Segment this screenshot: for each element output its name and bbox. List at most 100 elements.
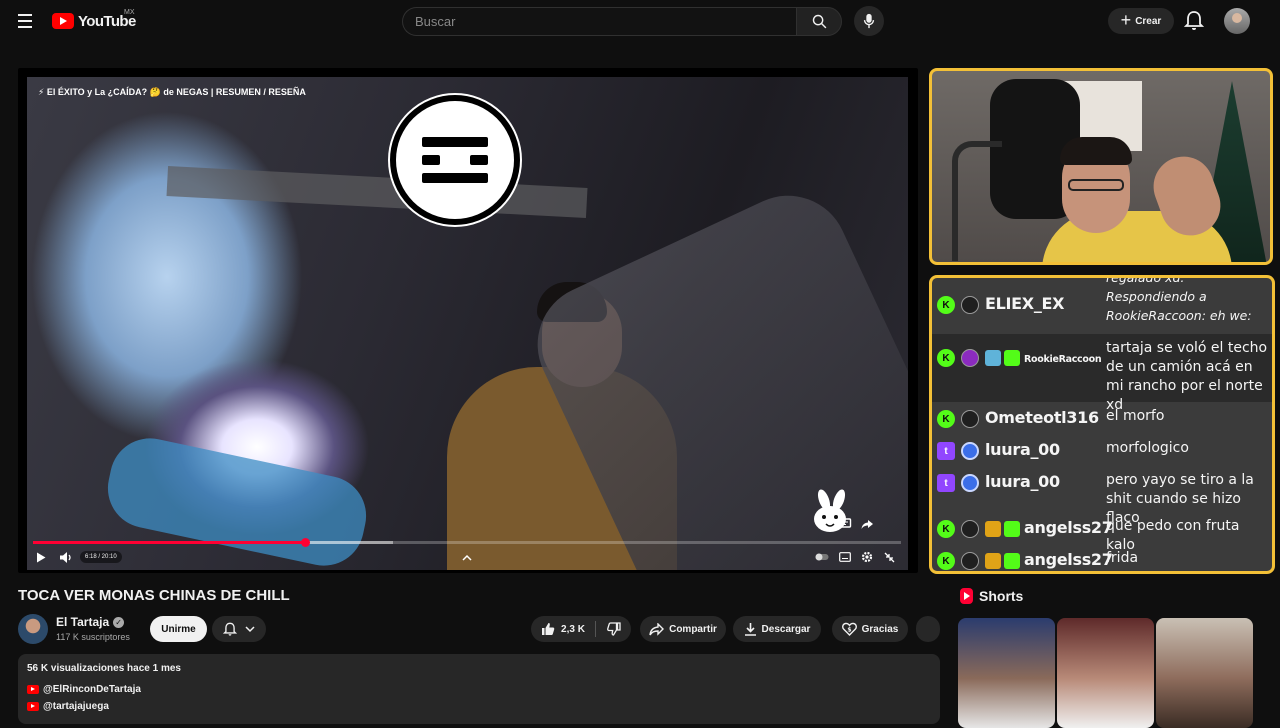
chat-username: luura_00 bbox=[985, 472, 1060, 491]
crown-badge-icon bbox=[985, 553, 1001, 569]
chat-message: K Ometeotl316 el morfo bbox=[932, 402, 1272, 434]
user-avatar-icon bbox=[961, 552, 979, 570]
thanks-label: Gracias bbox=[861, 623, 899, 635]
voice-search-button[interactable] bbox=[854, 6, 884, 36]
volume-icon bbox=[59, 551, 71, 563]
dislike-button[interactable] bbox=[597, 616, 631, 642]
thanks-button[interactable]: $ Gracias bbox=[832, 616, 908, 642]
gear-icon bbox=[861, 551, 873, 563]
search-button[interactable] bbox=[796, 7, 842, 36]
share-label: Compartir bbox=[669, 623, 717, 635]
thumbs-down-icon bbox=[607, 622, 621, 636]
played-bar bbox=[33, 541, 305, 544]
chat-username: Ometeotl316 bbox=[985, 408, 1099, 427]
search-box bbox=[402, 7, 797, 36]
stream-chat-overlay: K ELIEX_EX regalado xd: Respondiendo a Rook… bbox=[929, 275, 1275, 574]
user-avatar-icon bbox=[961, 474, 979, 492]
menu-icon[interactable] bbox=[16, 11, 38, 31]
bell-icon bbox=[223, 622, 237, 636]
chat-message-text: el morfo bbox=[1106, 408, 1165, 424]
top-bar: YouTube MX + Crear bbox=[0, 0, 1280, 42]
download-button[interactable]: Descargar bbox=[733, 616, 821, 642]
comment-icon[interactable] bbox=[838, 517, 852, 531]
kick-icon: K bbox=[937, 296, 955, 314]
subscriber-count: 117 K suscriptores bbox=[56, 632, 130, 642]
streamer-webcam bbox=[929, 68, 1273, 265]
description-link[interactable]: @ElRinconDeTartaja bbox=[27, 684, 141, 695]
shorts-label: Shorts bbox=[979, 588, 1024, 604]
settings-button[interactable] bbox=[860, 550, 874, 564]
chat-message-text: morfologico bbox=[1106, 440, 1189, 456]
play-button[interactable] bbox=[34, 550, 48, 564]
channel-link-2[interactable]: @tartajajuega bbox=[43, 701, 109, 712]
kick-icon: K bbox=[937, 410, 955, 428]
sub-badge-icon bbox=[985, 350, 1001, 366]
short-thumbnail[interactable] bbox=[958, 618, 1055, 728]
scrubber-handle[interactable] bbox=[300, 538, 310, 547]
chat-message-text: frida bbox=[1106, 550, 1139, 566]
chat-message: Kangelss27 frida bbox=[932, 544, 1272, 571]
user-avatar-icon bbox=[961, 349, 979, 367]
more-actions-button[interactable] bbox=[916, 616, 940, 642]
account-avatar[interactable] bbox=[1224, 8, 1250, 34]
short-thumbnail[interactable] bbox=[1057, 618, 1154, 728]
twitch-icon: t bbox=[937, 442, 955, 460]
chat-message: t luura_00 pero yayo se tiro a la shit cua… bbox=[932, 466, 1272, 526]
search-input[interactable] bbox=[403, 8, 797, 35]
gift-badge-icon bbox=[1004, 553, 1020, 569]
verified-check-icon: ✓ bbox=[113, 616, 125, 628]
create-label: Crear bbox=[1135, 15, 1162, 27]
video-title: TOCA VER MONAS CHINAS DE CHILL bbox=[18, 587, 290, 604]
collapse-icon bbox=[884, 552, 894, 562]
short-thumbnail[interactable] bbox=[1156, 618, 1253, 728]
user-avatar-icon bbox=[961, 442, 979, 460]
share-button[interactable]: Compartir bbox=[640, 616, 726, 642]
chat-message-text: Respondiendo a RookieRaccoon: eh we: bbox=[1106, 289, 1252, 323]
microphone-icon bbox=[863, 13, 875, 29]
chat-username: RookieRaccoon bbox=[1024, 354, 1102, 365]
time-display: 6:18 / 20:10 bbox=[80, 551, 122, 563]
chat-username: angelss27 bbox=[1024, 518, 1113, 537]
video-overlay-title: ⚡ El ÉXITO y La ¿CAÍDA? 🤔 de NEGAS | RES… bbox=[38, 87, 306, 97]
share-arrow-icon[interactable] bbox=[860, 517, 874, 531]
chat-reply-prefix: regalado xd: bbox=[1106, 275, 1185, 285]
autoplay-toggle-icon bbox=[815, 553, 829, 561]
play-icon bbox=[37, 552, 46, 562]
channel-avatar[interactable] bbox=[18, 614, 48, 644]
subscribe-notifications-button[interactable] bbox=[212, 616, 266, 642]
miniplayer-button[interactable] bbox=[882, 550, 896, 564]
description-link[interactable]: @tartajajuega bbox=[27, 701, 109, 712]
plus-icon: + bbox=[1120, 10, 1132, 30]
chat-message: K ELIEX_EX regalado xd: Respondiendo a Rook… bbox=[932, 275, 1272, 334]
user-avatar-icon bbox=[961, 296, 979, 314]
channel-name-row[interactable]: El Tartaja ✓ bbox=[56, 615, 125, 629]
create-button[interactable]: + Crear bbox=[1108, 8, 1174, 34]
chevron-up-icon bbox=[462, 554, 472, 561]
chat-username: angelss27 bbox=[1024, 550, 1113, 569]
chat-message: t luura_00 morfologico bbox=[932, 434, 1272, 466]
share-icon bbox=[649, 622, 665, 636]
views-and-date: 56 K visualizaciones hace 1 mes bbox=[27, 663, 181, 674]
shorts-icon bbox=[960, 588, 973, 604]
subtitles-icon bbox=[839, 552, 851, 562]
progress-bar[interactable] bbox=[33, 538, 901, 547]
svg-text:$: $ bbox=[847, 627, 851, 634]
heart-dollar-icon: $ bbox=[841, 622, 857, 636]
chapters-toggle[interactable] bbox=[460, 551, 474, 563]
chat-message: K RookieRaccoon tartaja se voló el techo d… bbox=[932, 334, 1272, 413]
kick-icon: K bbox=[937, 520, 955, 538]
like-button[interactable]: 2,3 K bbox=[531, 616, 595, 642]
youtube-icon bbox=[27, 685, 39, 694]
like-count: 2,3 K bbox=[561, 623, 585, 635]
notifications-bell-icon[interactable] bbox=[1184, 10, 1204, 32]
chat-username: luura_00 bbox=[985, 440, 1060, 459]
mute-button[interactable] bbox=[58, 550, 74, 564]
channel-name[interactable]: El Tartaja bbox=[56, 615, 109, 629]
subtitles-button[interactable] bbox=[838, 551, 852, 563]
player-overlay-actions bbox=[838, 517, 874, 531]
autoplay-toggle[interactable] bbox=[814, 551, 830, 563]
join-button[interactable]: Unirme bbox=[150, 616, 207, 642]
download-label: Descargar bbox=[761, 623, 811, 635]
twitch-icon: t bbox=[937, 474, 955, 492]
channel-link-1[interactable]: @ElRinconDeTartaja bbox=[43, 684, 141, 695]
